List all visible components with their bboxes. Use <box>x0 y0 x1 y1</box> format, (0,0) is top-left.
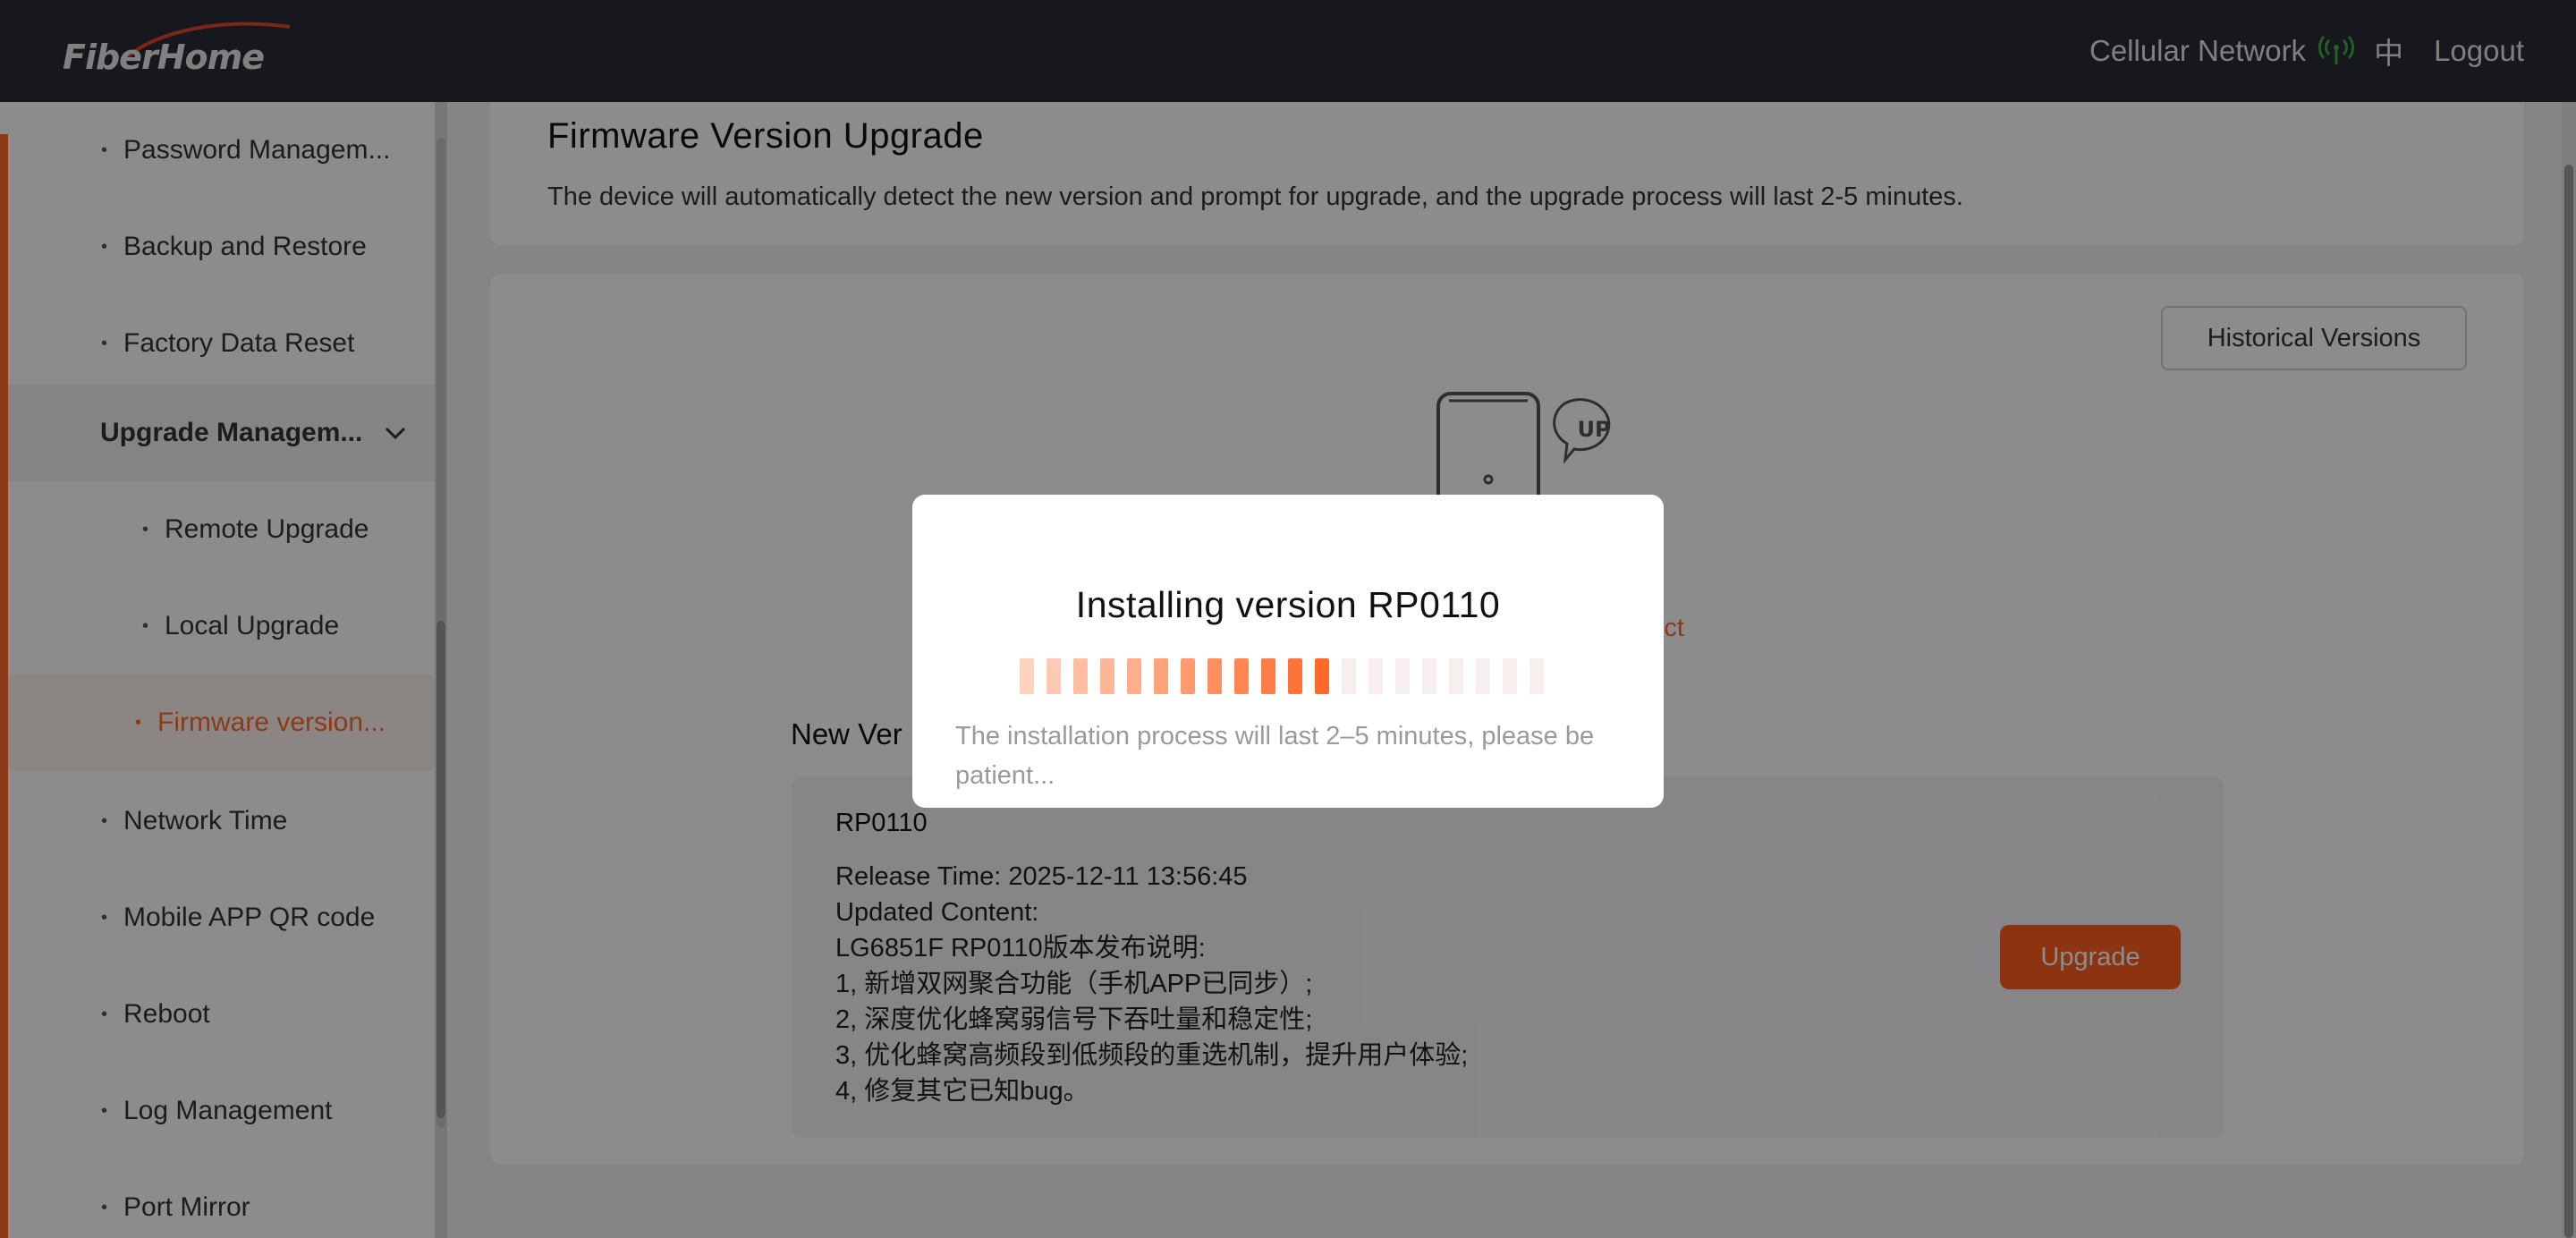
progress-segment <box>1368 658 1383 694</box>
progress-segment <box>1100 658 1114 694</box>
progress-segment <box>1476 658 1490 694</box>
progress-segment <box>1395 658 1410 694</box>
progress-segment <box>1234 658 1249 694</box>
progress-segment <box>1020 658 1034 694</box>
progress-segment <box>1154 658 1168 694</box>
progress-segment <box>1503 658 1517 694</box>
progress-segment <box>1261 658 1275 694</box>
progress-segment <box>1315 658 1329 694</box>
progress-segment <box>1046 658 1061 694</box>
progress-segment <box>1208 658 1222 694</box>
progress-segment <box>1449 658 1463 694</box>
modal-message: The installation process will last 2–5 m… <box>955 722 1595 790</box>
progress-segment <box>1342 658 1356 694</box>
progress-segment <box>1181 658 1195 694</box>
progress-segment <box>1530 658 1544 694</box>
progress-segment <box>1073 658 1088 694</box>
progress-segment <box>1422 658 1436 694</box>
progress-segment <box>1127 658 1141 694</box>
install-progress-bar <box>1020 658 1556 694</box>
progress-segment <box>1288 658 1302 694</box>
installing-modal: Installing version RP0110 The installati… <box>912 495 1664 808</box>
modal-title: Installing version RP0110 <box>1075 584 1501 625</box>
